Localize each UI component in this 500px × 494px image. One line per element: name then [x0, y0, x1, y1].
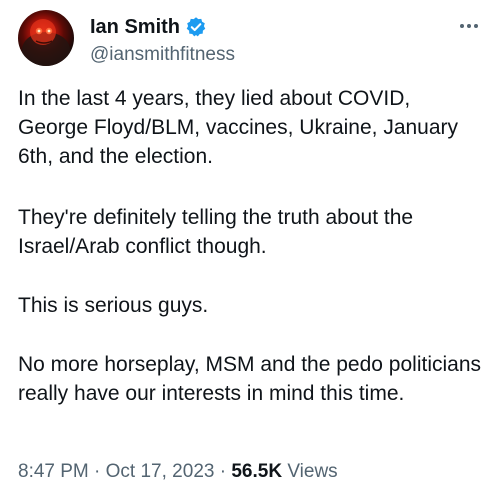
tweet-paragraph: No more horseplay, MSM and the pedo poli…: [18, 353, 482, 405]
author-info: Ian Smith @iansmithfitness: [90, 14, 235, 68]
tweet-paragraph: In the last 4 years, they lied about COV…: [18, 87, 459, 168]
verified-badge-icon[interactable]: [185, 16, 207, 38]
name-row: Ian Smith: [90, 14, 235, 40]
avatar[interactable]: [18, 10, 74, 66]
tweet-time[interactable]: 8:47 PM: [18, 461, 89, 482]
avatar-image: [22, 19, 70, 66]
more-options-icon[interactable]: [456, 16, 482, 36]
tweet-paragraph: This is serious guys.: [18, 294, 209, 317]
meta-separator: ·: [94, 461, 101, 482]
tweet-date[interactable]: Oct 17, 2023: [106, 461, 215, 482]
user-handle[interactable]: @iansmithfitness: [90, 42, 235, 68]
meta-separator: ·: [219, 461, 227, 482]
tweet-meta: 8:47 PM · Oct 17, 2023 · 56.5K Views: [18, 459, 338, 485]
tweet-header: Ian Smith @iansmithfitness: [18, 10, 482, 66]
views-count: 56.5K: [231, 461, 283, 482]
display-name[interactable]: Ian Smith: [90, 14, 180, 40]
views-label: Views: [287, 461, 338, 482]
tweet-card: Ian Smith @iansmithfitness In the last 4…: [0, 0, 500, 494]
tweet-paragraph: They're definitely telling the truth abo…: [18, 206, 414, 258]
